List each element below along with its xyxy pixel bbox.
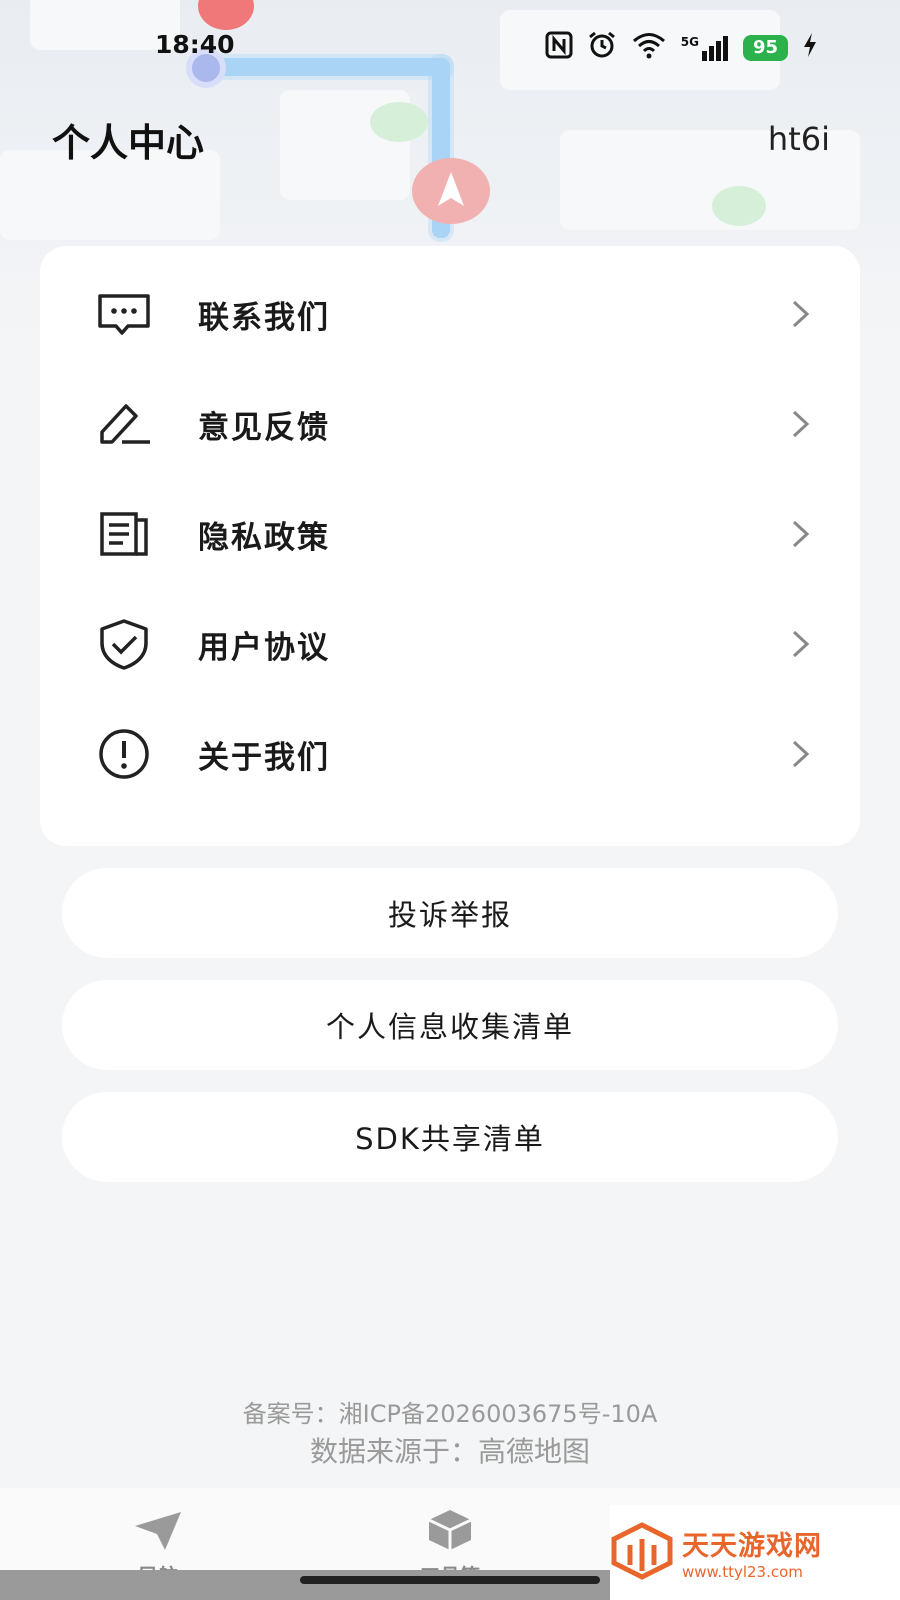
bottom-strip xyxy=(0,1570,610,1600)
menu-item-contact-us[interactable]: 联系我们 xyxy=(40,258,860,370)
navigation-arrow-icon xyxy=(412,158,490,224)
charging-icon xyxy=(802,32,818,64)
menu-item-feedback[interactable]: 意见反馈 xyxy=(40,368,860,480)
nfc-icon xyxy=(545,31,573,65)
cube-icon xyxy=(390,1508,510,1556)
menu-item-label: 意见反馈 xyxy=(198,409,330,446)
network-type: 5G xyxy=(680,35,699,49)
battery-indicator: 95 xyxy=(742,35,788,61)
menu-item-user-agreement[interactable]: 用户协议 xyxy=(40,588,860,700)
shield-check-icon xyxy=(96,616,152,672)
alarm-icon xyxy=(587,30,617,66)
home-indicator[interactable] xyxy=(300,1576,600,1584)
menu-item-about-us[interactable]: 关于我们 xyxy=(40,698,860,810)
paper-plane-icon xyxy=(98,1508,218,1556)
chat-icon xyxy=(96,286,152,342)
icp-record: 备案号：湘ICP备2026003675号-10A xyxy=(242,1400,658,1428)
document-icon xyxy=(96,506,152,562)
menu-item-label: 隐私政策 xyxy=(198,519,330,556)
sdk-share-list-button[interactable]: SDK共享清单 xyxy=(62,1092,838,1182)
chevron-right-icon xyxy=(790,298,812,330)
signal-icon: 5G xyxy=(681,35,729,61)
watermark-url: www.ttyl23.com xyxy=(682,1563,803,1581)
chevron-right-icon xyxy=(790,518,812,550)
user-name[interactable]: ht6i xyxy=(768,120,830,158)
menu-item-label: 用户协议 xyxy=(198,629,330,666)
chevron-right-icon xyxy=(790,738,812,770)
chevron-right-icon xyxy=(790,628,812,660)
watermark-title: 天天游戏网 xyxy=(682,1531,822,1562)
personal-info-list-button[interactable]: 个人信息收集清单 xyxy=(62,980,838,1070)
menu-item-label: 联系我们 xyxy=(198,299,330,336)
menu-card: 联系我们 意见反馈 隐私政策 用户协议 关于我们 xyxy=(40,246,860,846)
wifi-icon xyxy=(631,31,667,65)
menu-item-label: 关于我们 xyxy=(198,739,330,776)
chevron-right-icon xyxy=(790,408,812,440)
edit-icon xyxy=(96,396,152,452)
info-icon xyxy=(96,726,152,782)
status-time: 18:40 xyxy=(155,30,235,59)
complaint-report-button[interactable]: 投诉举报 xyxy=(62,868,838,958)
menu-item-privacy-policy[interactable]: 隐私政策 xyxy=(40,478,860,590)
watermark: 天天游戏网 www.ttyl23.com xyxy=(610,1505,900,1600)
status-bar: 18:40 5G 95 xyxy=(0,26,900,66)
page-title: 个人中心 xyxy=(52,121,205,165)
watermark-logo-icon xyxy=(610,1521,674,1585)
data-source: 数据来源于：高德地图 xyxy=(309,1435,590,1468)
